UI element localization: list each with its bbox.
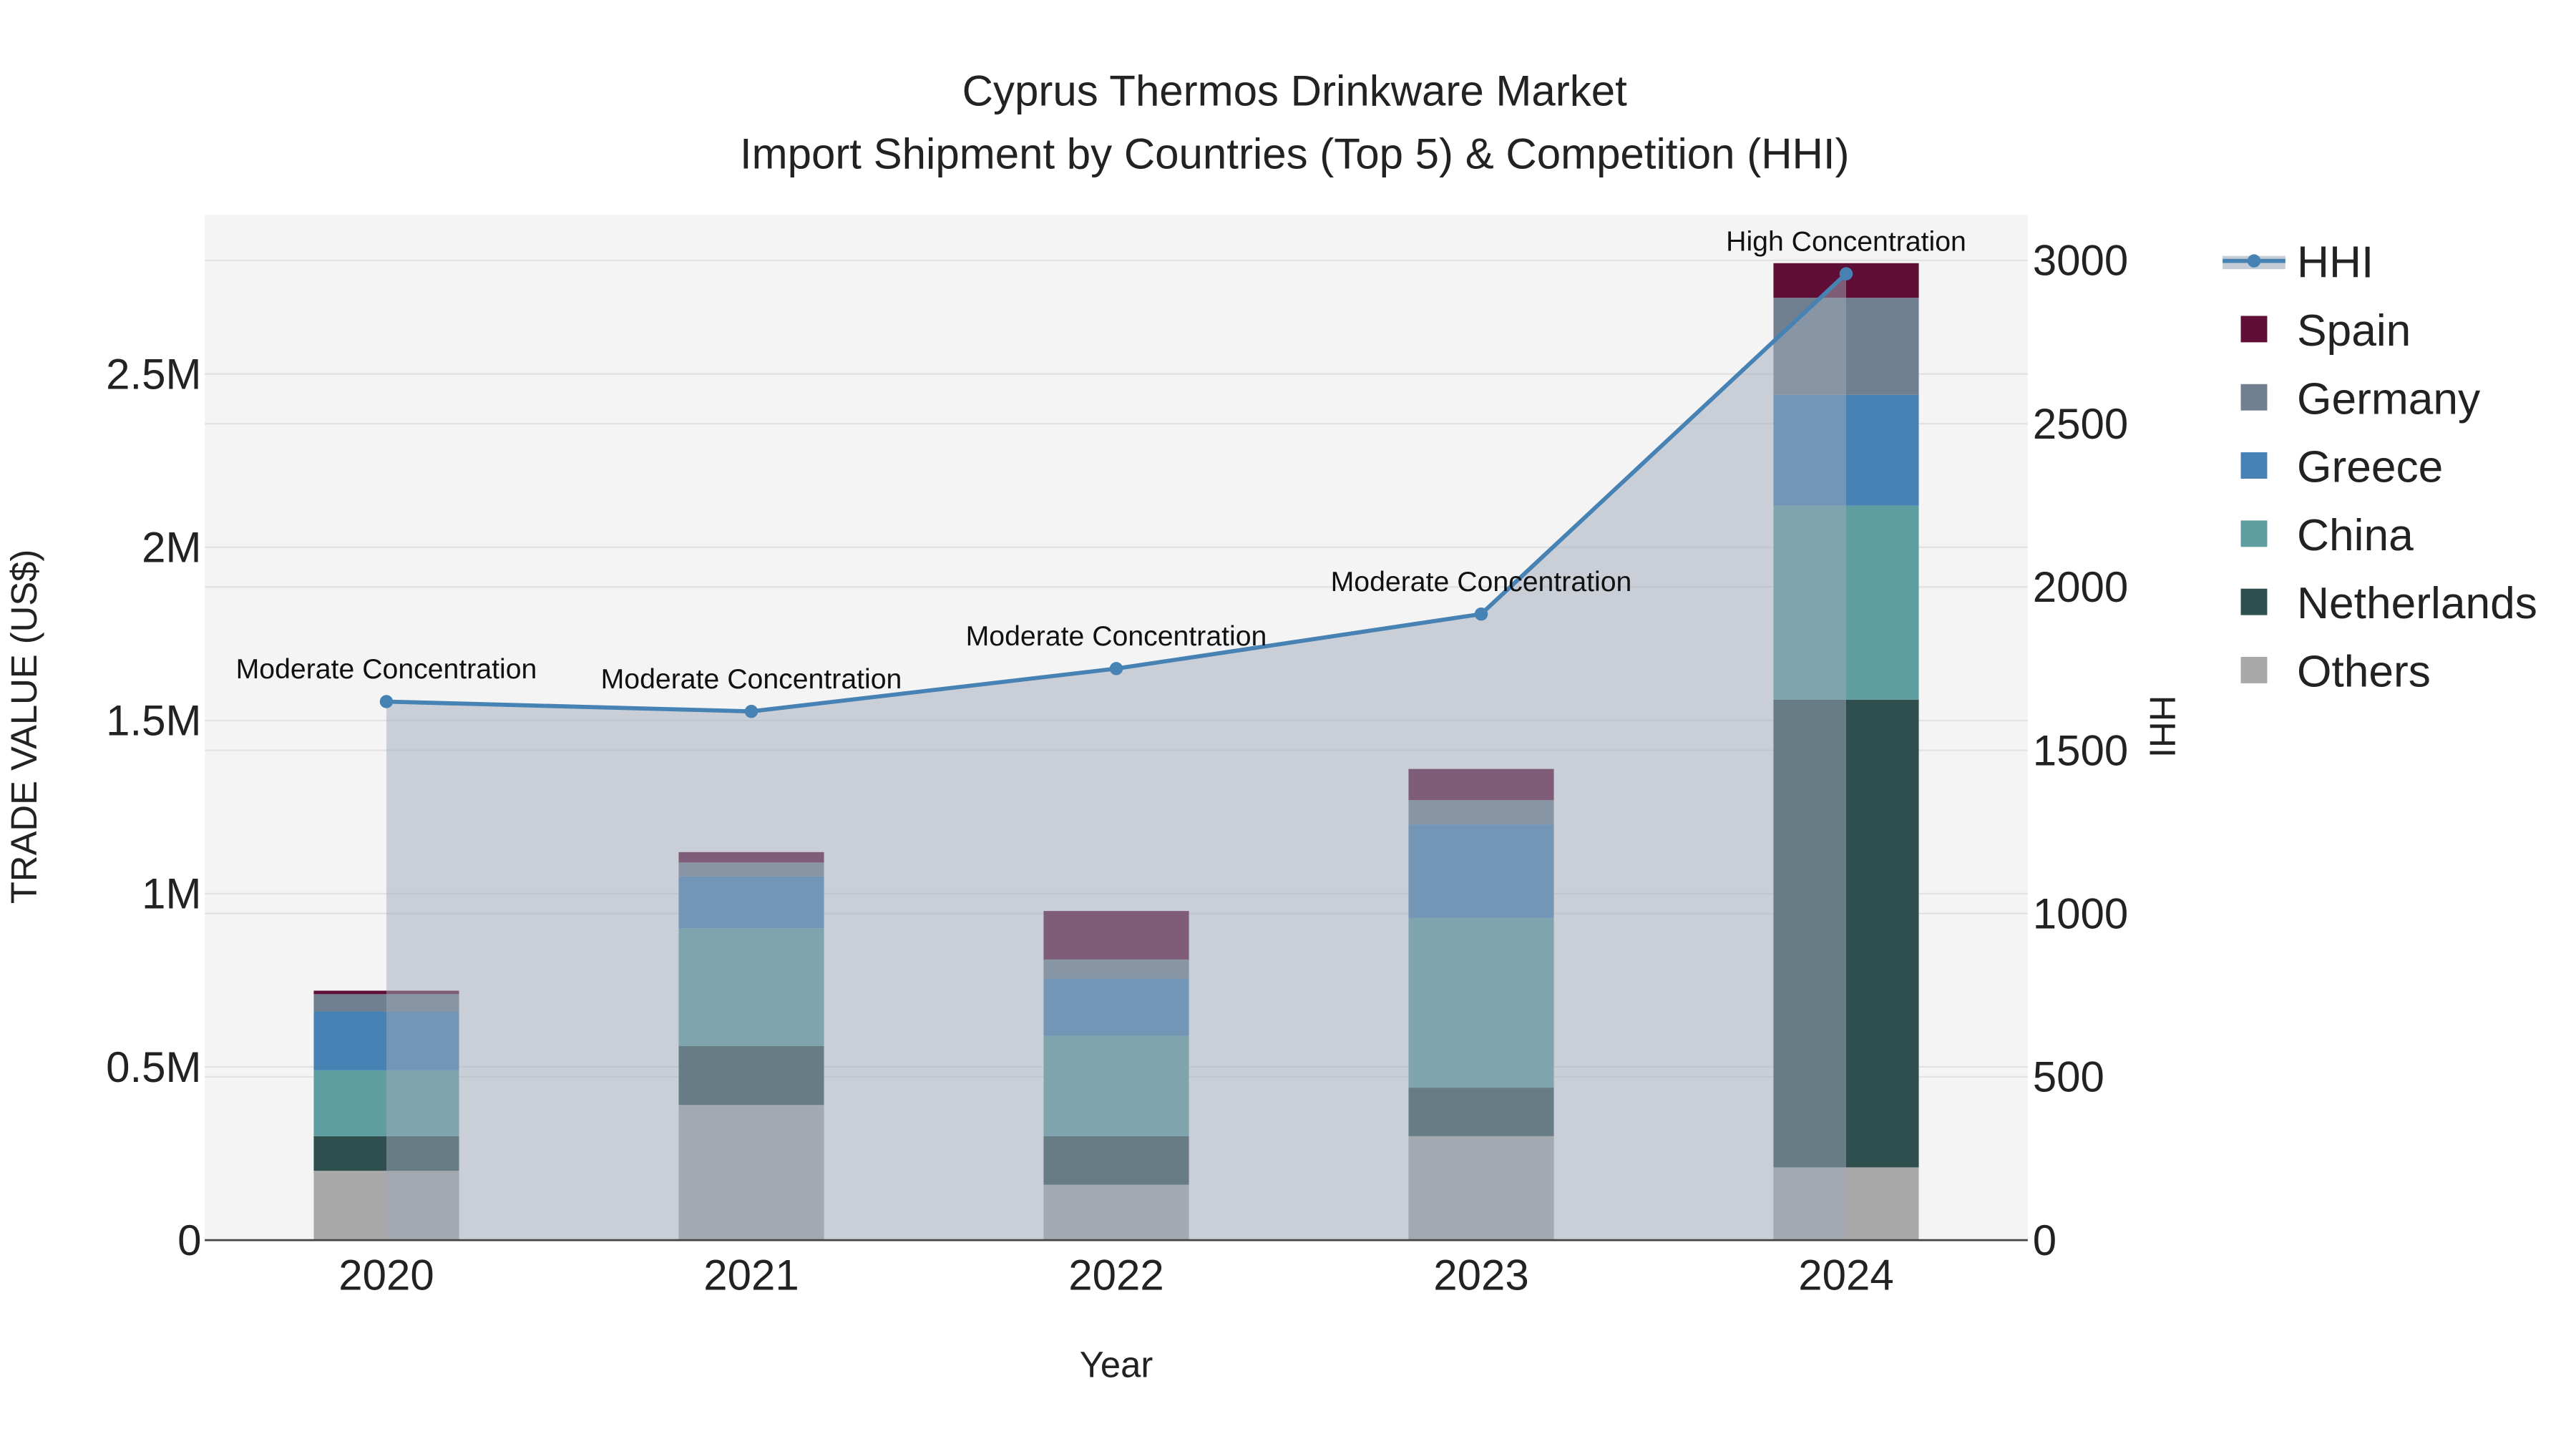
y2-tick-label: 1000 bbox=[2033, 889, 2128, 937]
legend-item-germany[interactable]: Germany bbox=[2240, 374, 2481, 424]
legend-item-spain[interactable]: Spain bbox=[2240, 306, 2411, 356]
legend-label: Germany bbox=[2297, 374, 2481, 424]
x-tick-label: 2021 bbox=[703, 1251, 799, 1299]
y2-axis-label: HHI bbox=[2142, 696, 2183, 758]
y2-tick-label: 0 bbox=[2033, 1216, 2057, 1264]
chart: Moderate Concentration Moderate Concentra… bbox=[4, 67, 2537, 1385]
hhi-point-2020[interactable] bbox=[379, 695, 394, 708]
legend-label: Others bbox=[2297, 648, 2431, 697]
y-tick-label: 2.5M bbox=[106, 350, 201, 398]
legend-swatch bbox=[2240, 316, 2268, 343]
hhi-annotation: Moderate Concentration bbox=[1331, 566, 1632, 597]
y2-tick-label: 3000 bbox=[2033, 237, 2128, 285]
hhi-annotation: Moderate Concentration bbox=[966, 620, 1267, 652]
legend-label: Netherlands bbox=[2297, 579, 2537, 628]
x-tick-label: 2023 bbox=[1433, 1251, 1528, 1299]
hhi-point-2021[interactable] bbox=[744, 704, 758, 718]
legend-swatch bbox=[2240, 588, 2268, 615]
y-tick-label: 0 bbox=[177, 1216, 201, 1264]
y-tick-label: 1M bbox=[142, 870, 201, 918]
y-tick-label: 2M bbox=[142, 524, 201, 572]
chart-subtitle: Import Shipment by Countries (Top 5) & C… bbox=[740, 130, 1850, 177]
legend-swatch bbox=[2240, 520, 2268, 547]
legend-label: Spain bbox=[2297, 306, 2411, 356]
y2-tick-label: 2500 bbox=[2033, 400, 2128, 448]
legend-label: China bbox=[2297, 511, 2414, 560]
legend-item-hhi[interactable]: HHI bbox=[2223, 238, 2373, 288]
legend-item-netherlands[interactable]: Netherlands bbox=[2240, 579, 2537, 628]
y-tick-label: 1.5M bbox=[106, 697, 201, 745]
legend-label: HHI bbox=[2297, 238, 2373, 288]
legend-marker bbox=[2247, 254, 2261, 268]
hhi-point-2022[interactable] bbox=[1109, 662, 1123, 675]
y2-tick-label: 2000 bbox=[2033, 563, 2128, 611]
x-axis-label: Year bbox=[1080, 1345, 1153, 1385]
legend-label: Greece bbox=[2297, 443, 2443, 492]
hhi-point-2024[interactable] bbox=[1839, 267, 1853, 280]
x-tick-label: 2020 bbox=[338, 1251, 434, 1299]
y2-tick-label: 1500 bbox=[2033, 726, 2128, 774]
hhi-annotation: Moderate Concentration bbox=[236, 653, 537, 685]
y-axis-label: TRADE VALUE (US$) bbox=[4, 550, 44, 904]
legend-swatch bbox=[2240, 384, 2268, 411]
x-tick-label: 2022 bbox=[1068, 1251, 1163, 1299]
hhi-annotation: High Concentration bbox=[1726, 225, 1966, 257]
hhi-point-2023[interactable] bbox=[1474, 607, 1488, 621]
legend-item-others[interactable]: Others bbox=[2240, 648, 2431, 697]
y2-tick-label: 500 bbox=[2033, 1053, 2104, 1101]
legend-swatch bbox=[2240, 452, 2268, 479]
y-tick-label: 0.5M bbox=[106, 1043, 201, 1091]
chart-title: Cyprus Thermos Drinkware Market bbox=[962, 67, 1627, 115]
x-tick-label: 2024 bbox=[1798, 1251, 1893, 1299]
hhi-annotation: Moderate Concentration bbox=[601, 663, 902, 695]
legend-swatch bbox=[2240, 657, 2268, 683]
legend-item-china[interactable]: China bbox=[2240, 511, 2414, 560]
legend-item-greece[interactable]: Greece bbox=[2240, 443, 2444, 492]
